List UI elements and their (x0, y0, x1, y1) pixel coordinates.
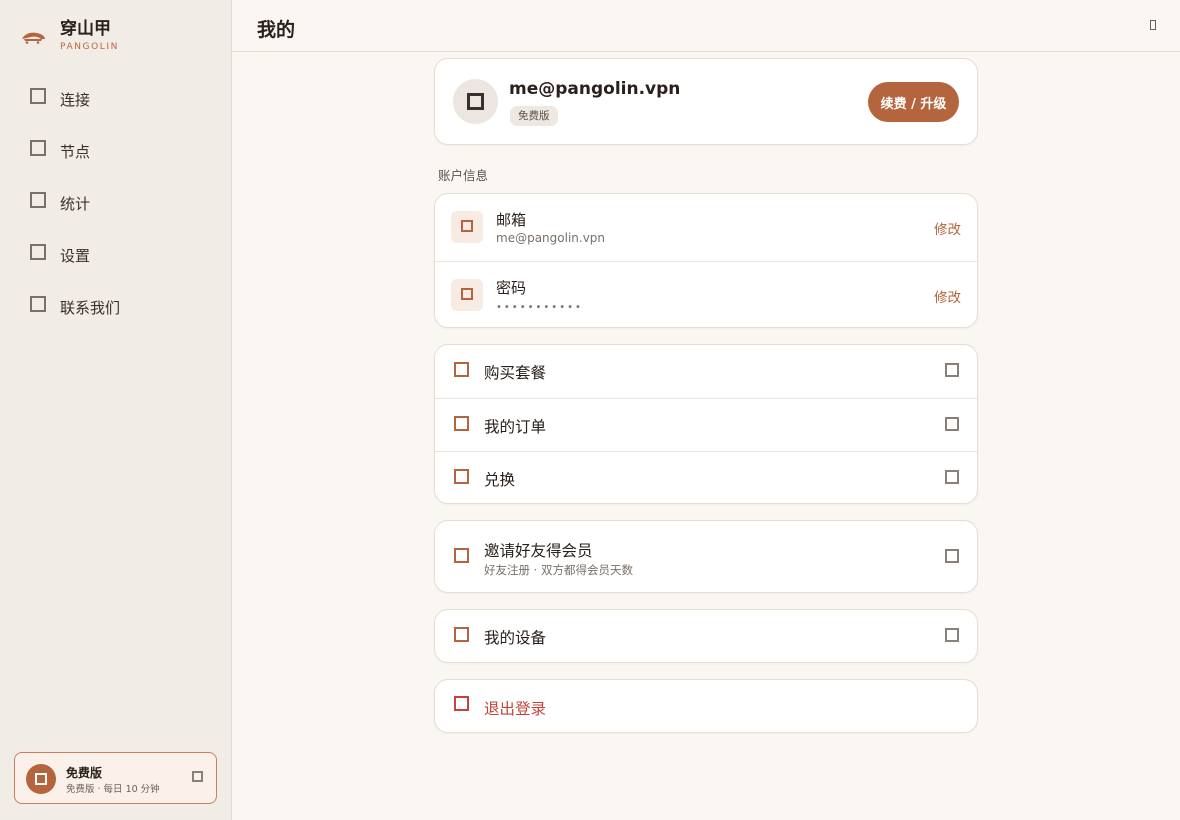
invite-subtitle: 好友注册 · 双方都得会员天数 (484, 563, 633, 577)
logout-label: 退出登录 (484, 700, 547, 718)
logout-button[interactable]: 退出登录 (435, 680, 977, 733)
sidebar-item-label: 统计 (60, 195, 91, 213)
brand: 穿山甲 PANGOLIN (20, 18, 119, 53)
chevron-right-icon (945, 470, 959, 484)
window-icon[interactable] (1150, 20, 1156, 30)
sidebar-item-nodes[interactable]: 节点 (0, 125, 231, 177)
logout-icon (454, 696, 469, 711)
pangolin-logo-icon (22, 32, 45, 44)
header: 我的 (232, 0, 1180, 52)
invite-card: 邀请好友得会员 好友注册 · 双方都得会员天数 (434, 520, 978, 593)
plan-title: 免费版 (66, 766, 103, 780)
menu-item-orders[interactable]: 我的订单 (435, 398, 977, 451)
account-row-password: 密码 ••••••••••• 修改 (435, 261, 977, 328)
plan-avatar-icon (26, 764, 56, 794)
menu-item-label: 兑换 (484, 471, 516, 489)
menu-item-invite[interactable]: 邀请好友得会员 好友注册 · 双方都得会员天数 (435, 521, 977, 594)
edit-password-button[interactable]: 修改 (934, 286, 961, 306)
sidebar-item-contact[interactable]: 联系我们 (0, 281, 231, 333)
sidebar-item-connect[interactable]: 连接 (0, 73, 231, 125)
contact-icon (30, 296, 46, 312)
nodes-icon (30, 140, 46, 156)
sidebar-item-settings[interactable]: 设置 (0, 229, 231, 281)
profile-email: me@pangolin.vpn (509, 79, 681, 99)
avatar (453, 79, 498, 124)
menu-item-purchase[interactable]: 购买套餐 (435, 345, 977, 398)
account-card: 邮箱 me@pangolin.vpn 修改 密码 ••••••••••• 修改 (434, 193, 978, 328)
chevron-right-icon (945, 549, 959, 563)
sidebar-item-label: 节点 (60, 143, 91, 161)
menu-item-devices[interactable]: 我的设备 (435, 610, 977, 663)
settings-icon (30, 244, 46, 260)
orders-icon (454, 416, 469, 431)
chevron-right-icon (192, 771, 203, 782)
section-label-account: 账户信息 (438, 168, 489, 183)
stats-icon (30, 192, 46, 208)
chevron-right-icon (945, 628, 959, 642)
plan-badge: 免费版 (510, 106, 558, 126)
menu-item-label: 邀请好友得会员 (484, 542, 593, 560)
lock-icon (451, 279, 483, 311)
account-row-email: 邮箱 me@pangolin.vpn 修改 (435, 194, 977, 261)
sidebar: 穿山甲 PANGOLIN 连接 节点 统计 设置 联系我们 免费版 免费版 · … (0, 0, 232, 820)
menu-item-label: 我的订单 (484, 418, 547, 436)
connect-icon (30, 88, 46, 104)
sidebar-item-label: 设置 (60, 247, 91, 265)
edit-email-button[interactable]: 修改 (934, 218, 961, 238)
account-email-title: 邮箱 (496, 211, 527, 229)
invite-icon (454, 548, 469, 563)
sidebar-item-stats[interactable]: 统计 (0, 177, 231, 229)
account-email-value: me@pangolin.vpn (496, 231, 606, 245)
sidebar-item-label: 连接 (60, 91, 91, 109)
brand-subtitle: PANGOLIN (60, 42, 119, 52)
upgrade-button[interactable]: 续费 / 升级 (868, 82, 959, 122)
email-icon (451, 211, 483, 243)
plan-card[interactable]: 免费版 免费版 · 每日 10 分钟 (14, 752, 217, 804)
devices-card: 我的设备 (434, 609, 978, 663)
chevron-right-icon (945, 363, 959, 377)
chevron-right-icon (945, 417, 959, 431)
page-title: 我的 (257, 19, 296, 41)
menu-item-label: 购买套餐 (484, 364, 547, 382)
profile-card: me@pangolin.vpn 免费版 续费 / 升级 (434, 58, 978, 145)
menu-item-label: 我的设备 (484, 629, 547, 647)
sidebar-item-label: 联系我们 (60, 299, 121, 317)
brand-name: 穿山甲 (60, 19, 111, 39)
logout-card: 退出登录 (434, 679, 978, 733)
devices-icon (454, 627, 469, 642)
cart-icon (454, 362, 469, 377)
menu-item-redeem[interactable]: 兑换 (435, 451, 977, 504)
purchase-card: 购买套餐 我的订单 兑换 (434, 344, 978, 504)
plan-subtitle: 免费版 · 每日 10 分钟 (66, 784, 160, 795)
account-password-value: ••••••••••• (496, 302, 583, 313)
account-password-title: 密码 (496, 279, 527, 297)
sidebar-nav: 连接 节点 统计 设置 联系我们 (0, 73, 231, 333)
gift-icon (454, 469, 469, 484)
